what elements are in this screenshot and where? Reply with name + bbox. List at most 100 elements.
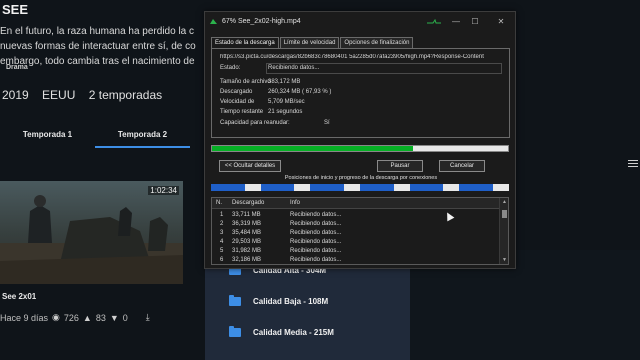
table-row[interactable]: 2 36,319 MB Recibiendo datos... bbox=[212, 220, 500, 229]
quality-option-media[interactable]: Calidad Media - 215M bbox=[229, 324, 334, 340]
episode-duration: 1:02:34 bbox=[148, 186, 179, 195]
tab-speed-limit[interactable]: Límite de velocidad bbox=[279, 37, 340, 48]
dialog-title: 67% See_2x02-high.mp4 bbox=[222, 18, 301, 25]
scroll-up-icon[interactable]: ▲ bbox=[500, 199, 508, 205]
folder-icon bbox=[229, 294, 241, 306]
file-size-label: Tamaño de archivo bbox=[220, 79, 271, 85]
description-line: embargo, todo cambia tras el nacimiento … bbox=[0, 56, 195, 67]
download-manager-icon bbox=[210, 19, 217, 24]
thumbs-down-icon[interactable]: ▼ bbox=[110, 313, 119, 323]
tab-download-status[interactable]: Estado de la descarga bbox=[211, 37, 279, 48]
speed-graph-icon bbox=[427, 19, 441, 24]
like-count: 83 bbox=[95, 312, 106, 323]
time-remaining-label: Tiempo restante bbox=[220, 109, 264, 115]
connection-segment bbox=[260, 184, 311, 191]
connection-number: 6 bbox=[220, 257, 224, 263]
table-row[interactable]: 1 33,711 MB Recibiendo datos... bbox=[212, 211, 500, 220]
file-size-value: 383,172 MB bbox=[268, 79, 301, 85]
connection-downloaded: 33,711 MB bbox=[232, 212, 261, 218]
speed-label: Velocidad de bbox=[220, 99, 255, 105]
tab-season-1[interactable]: Temporada 1 bbox=[0, 124, 95, 148]
download-progress-bar bbox=[211, 145, 509, 152]
connection-info: Recibiendo datos... bbox=[290, 239, 342, 245]
connection-downloaded: 32,186 MB bbox=[232, 257, 262, 263]
dialog-titlebar[interactable]: 67% See_2x02-high.mp4 — ☐ ✕ bbox=[205, 12, 515, 32]
thumbs-up-icon[interactable]: ▲ bbox=[83, 313, 92, 323]
quality-option-baja[interactable]: Calidad Baja - 108M bbox=[229, 293, 328, 309]
connection-info: Recibiendo datos... bbox=[290, 230, 342, 236]
connection-downloaded: 36,319 MB bbox=[232, 221, 262, 227]
column-header-info[interactable]: Info bbox=[290, 200, 300, 206]
season-count: 2 temporadas bbox=[88, 88, 163, 102]
table-header: N. Descargado Info bbox=[212, 198, 500, 209]
connections-table: N. Descargado Info 1 33,711 MB Recibiendo … bbox=[211, 197, 509, 265]
episode-stats: Hace 9 días ◉ 726 ▲ 83 ▼ 0 ⤓ bbox=[0, 312, 150, 323]
pause-button[interactable]: Pausar bbox=[377, 160, 423, 172]
show-meta: 2019 EEUU 2 temporadas bbox=[2, 88, 172, 102]
connection-info: Recibiendo datos... bbox=[290, 257, 342, 263]
connection-number: 3 bbox=[220, 230, 224, 236]
eye-icon: ◉ bbox=[52, 312, 60, 322]
show-description: En el futuro, la raza humana ha perdido … bbox=[0, 24, 205, 69]
tab-completion-options[interactable]: Opciones de finalización bbox=[340, 37, 414, 48]
connection-number: 4 bbox=[220, 239, 224, 245]
connection-info: Recibiendo datos... bbox=[290, 221, 342, 227]
speed-value: 5,709 MB/sec bbox=[268, 99, 305, 105]
status-label: Estado: bbox=[220, 65, 241, 71]
table-row[interactable]: 4 29,503 MB Recibiendo datos... bbox=[212, 238, 500, 247]
connection-number: 2 bbox=[220, 221, 224, 227]
column-header-number[interactable]: N. bbox=[216, 200, 222, 206]
connection-downloaded: 35,484 MB bbox=[232, 230, 262, 236]
table-scrollbar[interactable]: ▲ ▼ bbox=[499, 198, 508, 264]
status-value: Recibiendo datos... bbox=[268, 65, 320, 71]
download-icon[interactable]: ⤓ bbox=[146, 312, 150, 323]
resume-capability-value: Sí bbox=[324, 120, 330, 126]
maximize-button[interactable]: ☐ bbox=[467, 15, 483, 29]
show-title: SEE bbox=[2, 2, 29, 17]
episode-thumbnail-image bbox=[0, 181, 183, 284]
view-count: 726 bbox=[63, 312, 79, 323]
menu-icon[interactable] bbox=[628, 160, 638, 169]
connection-number: 1 bbox=[220, 212, 224, 218]
connections-progress-title: Posiciones de inicio y progreso de la de… bbox=[284, 175, 438, 181]
scroll-down-icon[interactable]: ▼ bbox=[500, 257, 508, 263]
scrollbar-thumb[interactable] bbox=[502, 210, 507, 218]
downloaded-value: 260,324 MB ( 67,93 % ) bbox=[268, 89, 332, 95]
quality-label: Calidad Baja - 108M bbox=[253, 296, 329, 306]
connection-segment bbox=[409, 184, 460, 191]
connection-downloaded: 31,982 MB bbox=[232, 248, 262, 254]
dislike-count: 0 bbox=[122, 312, 128, 323]
connection-segment bbox=[459, 184, 510, 191]
description-line: En el futuro, la raza humana ha perdido … bbox=[0, 26, 195, 37]
table-row[interactable]: 3 35,484 MB Recibiendo datos... bbox=[212, 229, 500, 238]
connection-segment bbox=[310, 184, 361, 191]
column-header-downloaded[interactable]: Descargado bbox=[232, 200, 264, 206]
downloaded-label: Descargado bbox=[220, 89, 253, 95]
connection-info: Recibiendo datos... bbox=[290, 212, 342, 218]
connection-downloaded: 29,503 MB bbox=[232, 239, 262, 245]
episode-title[interactable]: See 2x01 bbox=[2, 292, 36, 301]
connection-segment bbox=[360, 184, 410, 191]
connection-segment bbox=[211, 184, 261, 191]
folder-icon bbox=[229, 325, 241, 337]
connection-number: 5 bbox=[220, 248, 224, 254]
table-row[interactable]: 5 31,982 MB Recibiendo datos... bbox=[212, 247, 500, 256]
download-status-panel: https://s3.picta.cu/descargas/82b683c786… bbox=[211, 48, 510, 138]
cancel-button[interactable]: Cancelar bbox=[439, 160, 485, 172]
hide-details-button[interactable]: << Ocultar detalles bbox=[219, 160, 281, 172]
description-line: nuevas formas de interactuar entre sí, d… bbox=[0, 41, 196, 52]
country: EEUU bbox=[42, 88, 76, 102]
time-remaining-value: 21 segundos bbox=[268, 109, 303, 115]
progress-fill bbox=[212, 146, 414, 151]
close-button[interactable]: ✕ bbox=[493, 15, 509, 29]
table-row[interactable]: 6 32,186 MB Recibiendo datos... bbox=[212, 256, 500, 264]
quality-label: Calidad Media - 215M bbox=[253, 327, 334, 337]
resume-capability-label: Capacidad para reanudar: bbox=[220, 120, 290, 126]
download-progress-dialog: 67% See_2x02-high.mp4 — ☐ ✕ Estado de la… bbox=[204, 11, 516, 269]
tab-season-2[interactable]: Temporada 2 bbox=[95, 124, 190, 148]
genre-label: Drama bbox=[6, 64, 28, 71]
connection-info: Recibiendo datos... bbox=[290, 248, 342, 254]
minimize-button[interactable]: — bbox=[448, 15, 464, 29]
episode-thumbnail[interactable]: 1:02:34 bbox=[0, 181, 183, 284]
download-url: https://s3.picta.cu/descargas/82b683c786… bbox=[220, 54, 484, 60]
